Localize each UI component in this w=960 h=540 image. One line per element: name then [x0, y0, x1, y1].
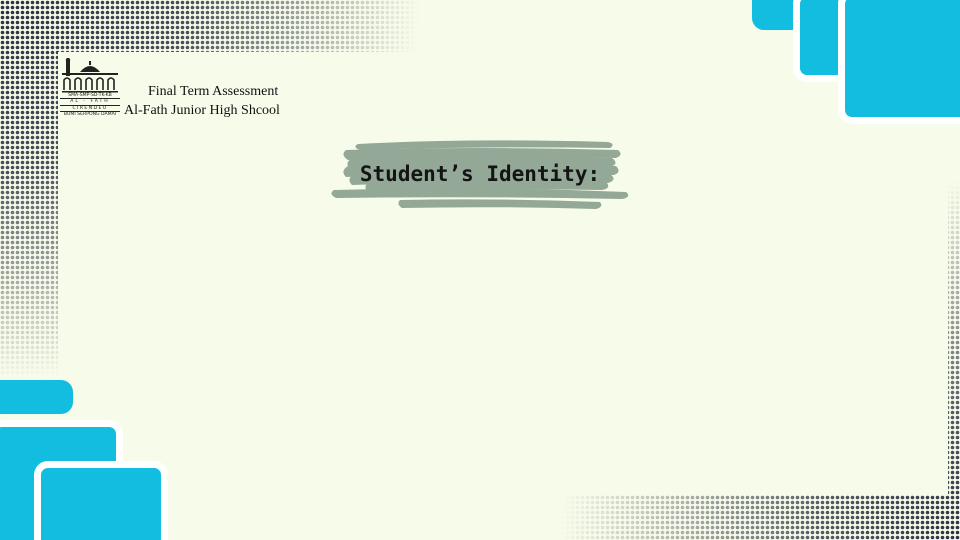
blue-tile-bottom-left-3 — [34, 461, 168, 540]
school-logo: SMA-SMP-SD-TK-KB AL - FATH CIRENDEU BUMI… — [60, 57, 120, 117]
blue-tile-bottom-left-1 — [0, 380, 73, 414]
slide: SMA-SMP-SD-TK-KB AL - FATH CIRENDEU BUMI… — [0, 0, 960, 540]
school-name: Al-Fath Junior High Shcool — [124, 103, 280, 118]
student-identity-title: Student’s Identity: — [359, 162, 601, 186]
logo-text-mid: AL - FATH — [60, 98, 120, 106]
logo-text-bot2: BUMI SERPONG DAMAI — [60, 111, 120, 117]
title-banner: Student’s Identity: — [330, 138, 630, 214]
logo-text-top: SMA-SMP-SD-TK-KB — [68, 93, 112, 98]
header-text: Final Term Assessment Al-Fath Junior Hig… — [124, 82, 280, 120]
assessment-title: Final Term Assessment — [148, 84, 279, 99]
blue-tile-top-right-3 — [838, 0, 960, 124]
